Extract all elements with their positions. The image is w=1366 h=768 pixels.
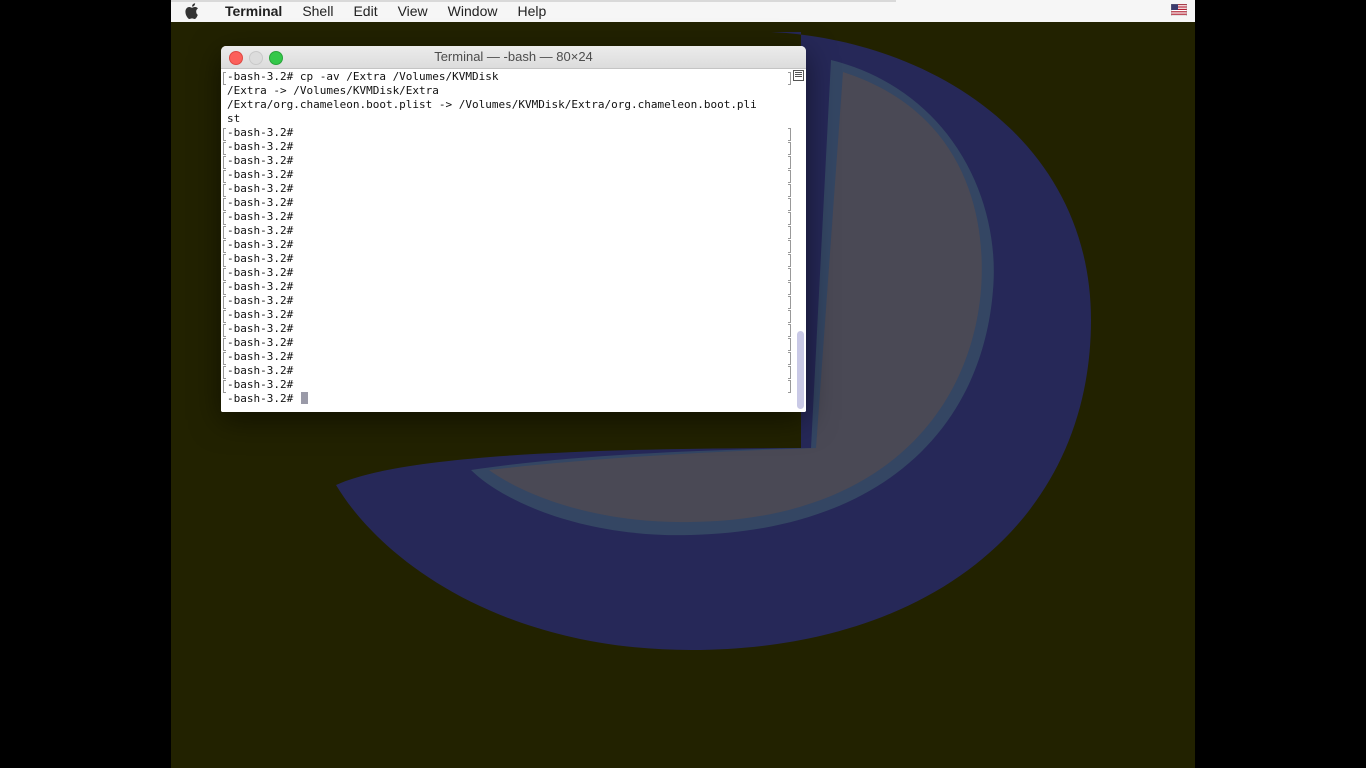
- menu-bar: Terminal Shell Edit View Window Help: [171, 0, 1195, 22]
- scrollbar-thumb[interactable]: [797, 331, 804, 409]
- menu-view[interactable]: View: [388, 0, 438, 22]
- terminal-window[interactable]: Terminal — -bash — 80×24 -bash-3.2# cp -…: [221, 46, 806, 412]
- window-title: Terminal — -bash — 80×24: [434, 49, 593, 64]
- menu-app-terminal[interactable]: Terminal: [215, 0, 292, 22]
- terminal-line: -bash-3.2#: [223, 168, 791, 183]
- apple-icon[interactable]: [185, 0, 215, 22]
- menu-shell[interactable]: Shell: [292, 0, 343, 22]
- terminal-line: -bash-3.2#: [223, 280, 791, 295]
- terminal-line: -bash-3.2#: [223, 182, 791, 197]
- terminal-line: -bash-3.2#: [223, 126, 791, 141]
- terminal-line: -bash-3.2#: [223, 210, 791, 225]
- terminal-line: -bash-3.2#: [223, 322, 791, 337]
- terminal-line: -bash-3.2#: [223, 238, 791, 253]
- menu-edit[interactable]: Edit: [343, 0, 387, 22]
- terminal-line: -bash-3.2#: [223, 364, 791, 379]
- desktop: Terminal Shell Edit View Window Help Ter…: [171, 0, 1195, 768]
- terminal-content[interactable]: -bash-3.2# cp -av /Extra /Volumes/KVMDis…: [221, 69, 806, 412]
- terminal-line: st: [227, 112, 241, 125]
- terminal-line: -bash-3.2# cp -av /Extra /Volumes/KVMDis…: [223, 70, 791, 85]
- menu-window[interactable]: Window: [438, 0, 508, 22]
- terminal-line: -bash-3.2#: [223, 252, 791, 267]
- terminal-line: /Extra -> /Volumes/KVMDisk/Extra: [227, 84, 439, 97]
- terminal-line: -bash-3.2#: [223, 140, 791, 155]
- text-cursor: [300, 392, 308, 404]
- terminal-line: -bash-3.2#: [223, 224, 791, 239]
- terminal-output: -bash-3.2# cp -av /Extra /Volumes/KVMDis…: [223, 70, 791, 406]
- terminal-prompt: -bash-3.2#: [227, 392, 300, 405]
- terminal-line: -bash-3.2#: [223, 266, 791, 281]
- split-view-icon[interactable]: [793, 70, 804, 81]
- terminal-line: -bash-3.2#: [223, 308, 791, 323]
- terminal-line: -bash-3.2#: [223, 336, 791, 351]
- terminal-line: -bash-3.2#: [223, 196, 791, 211]
- menu-help[interactable]: Help: [507, 0, 556, 22]
- terminal-line: /Extra/org.chameleon.boot.plist -> /Volu…: [227, 98, 757, 111]
- terminal-prompt-line[interactable]: -bash-3.2#: [227, 392, 787, 406]
- terminal-line: -bash-3.2#: [223, 378, 791, 393]
- terminal-line: -bash-3.2#: [223, 154, 791, 169]
- us-flag-icon[interactable]: [1171, 4, 1187, 16]
- terminal-line: -bash-3.2#: [223, 294, 791, 309]
- terminal-line: -bash-3.2#: [223, 350, 791, 365]
- window-titlebar[interactable]: Terminal — -bash — 80×24: [221, 46, 806, 69]
